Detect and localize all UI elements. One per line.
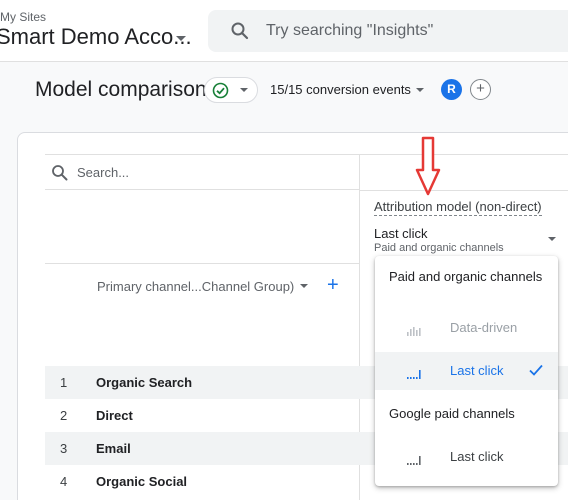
menu-item-data-driven: Data-driven	[375, 309, 558, 347]
dimension-selector[interactable]: Primary channel...Channel Group)	[97, 279, 294, 294]
chevron-down-icon[interactable]	[176, 36, 186, 41]
chevron-down-icon[interactable]	[300, 284, 308, 288]
divider	[45, 263, 360, 264]
row-channel-name: Direct	[96, 408, 133, 423]
menu-item-label: Last click	[450, 363, 504, 378]
chevron-down-icon	[240, 88, 248, 92]
attribution-model-menu: Paid and organic channels Data-driven La…	[375, 256, 558, 486]
site-breadcrumb[interactable]: My Sites	[0, 10, 46, 24]
menu-group-label: Google paid channels	[389, 406, 515, 421]
page-title: Model comparison	[35, 78, 207, 101]
add-comparison-button[interactable]: +	[470, 79, 491, 100]
annotation-arrow-icon	[415, 136, 441, 203]
bar-chart-icon	[407, 323, 421, 341]
row-number: 4	[60, 474, 68, 489]
checkmark-icon	[528, 363, 544, 382]
check-circle-icon	[212, 82, 229, 104]
row-channel-name: Email	[96, 441, 131, 456]
menu-item-last-click-google-paid[interactable]: Last click	[375, 438, 558, 476]
add-dimension-button[interactable]: +	[327, 274, 339, 296]
chevron-down-icon[interactable]	[416, 88, 424, 92]
table-row[interactable]: 1 Organic Search	[45, 366, 360, 399]
top-bar: My Sites Smart Demo Acco... Try searchin…	[0, 0, 568, 62]
row-channel-name: Organic Social	[96, 474, 188, 489]
search-icon	[51, 164, 69, 187]
search-icon	[230, 21, 250, 46]
table-search-input[interactable]: Search...	[45, 154, 360, 190]
attribution-model-value[interactable]: Last click	[374, 226, 427, 241]
bar-chart-icon	[407, 366, 421, 384]
chevron-down-icon[interactable]	[548, 237, 556, 241]
menu-item-label: Data-driven	[450, 320, 518, 335]
divider	[360, 154, 568, 155]
menu-group-label: Paid and organic channels	[389, 269, 543, 284]
row-number: 2	[60, 408, 68, 423]
divider	[360, 190, 568, 191]
avatar[interactable]: R	[441, 79, 462, 100]
row-number: 1	[60, 375, 68, 390]
row-number: 3	[60, 441, 68, 456]
table-row[interactable]: 3 Email	[45, 432, 360, 465]
table-search-placeholder: Search...	[77, 165, 130, 180]
search-placeholder: Try searching "Insights"	[266, 22, 434, 39]
table-row[interactable]: 4 Organic Social	[45, 465, 360, 498]
bar-chart-icon	[407, 452, 421, 470]
attribution-model-subtitle[interactable]: Paid and organic channels	[374, 242, 504, 254]
row-channel-name: Organic Search	[96, 375, 193, 390]
status-dropdown[interactable]	[204, 77, 258, 103]
table-row[interactable]: 2 Direct	[45, 399, 360, 432]
attribution-model-heading: Attribution model (non-direct)	[374, 199, 542, 216]
account-selector[interactable]: Smart Demo Acco...	[0, 24, 192, 50]
conversion-events-selector[interactable]: 15/15 conversion events	[270, 82, 411, 97]
menu-item-label: Last click	[450, 449, 504, 464]
menu-item-last-click-paid-organic[interactable]: Last click	[375, 352, 558, 390]
global-search-input[interactable]: Try searching "Insights"	[208, 10, 568, 52]
